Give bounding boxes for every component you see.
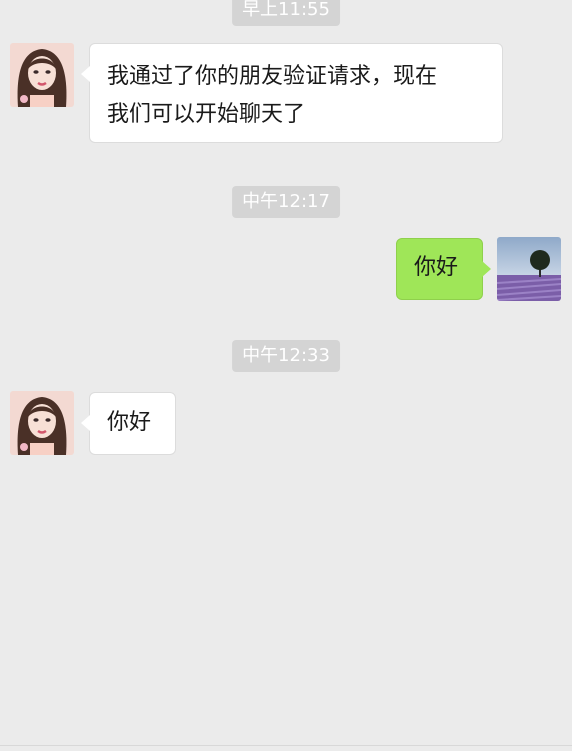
lavender-field-tree-icon	[497, 237, 561, 301]
divider	[0, 745, 572, 746]
message-text: 你好	[414, 255, 459, 280]
message-text-line: 我们可以开始聊天了	[107, 102, 306, 127]
woman-portrait-icon	[10, 391, 74, 455]
contact-avatar[interactable]	[10, 391, 74, 455]
message-bubble-contact[interactable]: 我通过了你的朋友验证请求，现在 我们可以开始聊天了	[81, 43, 503, 143]
contact-avatar[interactable]	[10, 43, 74, 107]
timestamp: 早上11:55	[232, 0, 340, 26]
timestamp: 中午12:17	[232, 186, 340, 218]
message-bubble-self[interactable]: 你好	[396, 238, 491, 300]
woman-portrait-icon	[10, 43, 74, 107]
chat-view: 早上11:55 我通过了你的朋友验证请求，现在 我们可以开始聊天了 中午12:1…	[0, 0, 572, 751]
timestamp: 中午12:33	[232, 340, 340, 372]
message-text-line: 我通过了你的朋友验证请求，现在	[107, 64, 438, 89]
message-bubble-contact[interactable]: 你好	[81, 392, 176, 455]
message-text: 你好	[107, 410, 152, 435]
self-avatar[interactable]	[497, 237, 561, 301]
